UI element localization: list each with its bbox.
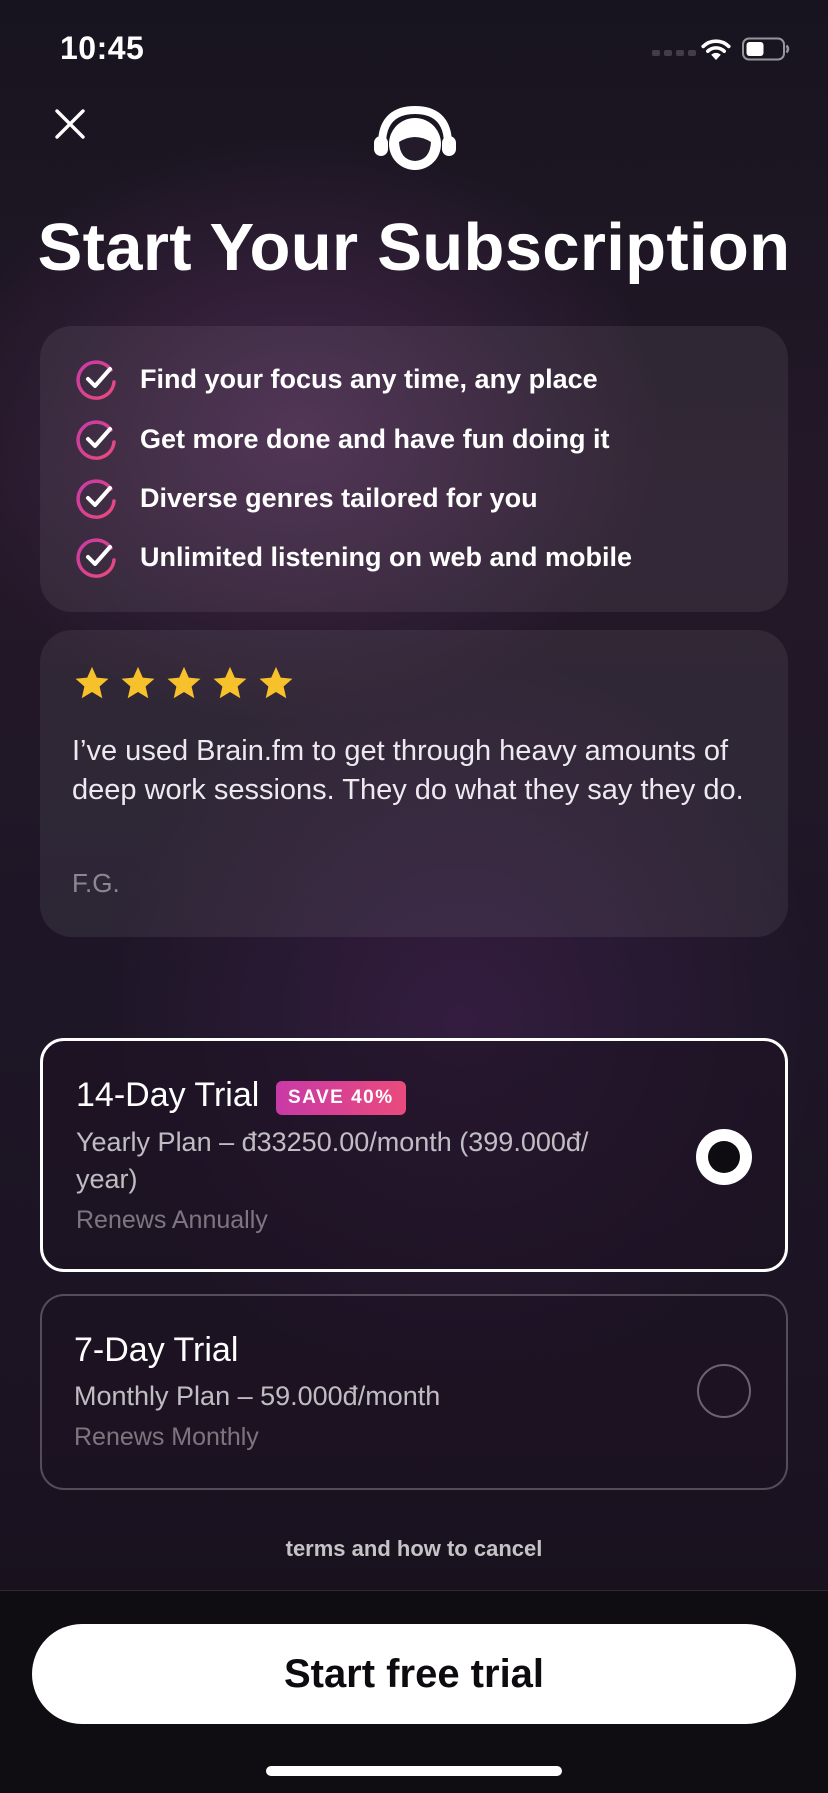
- star-icon: [167, 666, 201, 699]
- review-author: F.G.: [72, 868, 120, 898]
- close-icon[interactable]: [52, 106, 88, 142]
- status-time: 10:45: [60, 30, 145, 66]
- terms-link[interactable]: terms and how to cancel: [0, 1536, 828, 1562]
- start-free-trial-button[interactable]: Start free trial: [32, 1624, 796, 1724]
- battery-icon: [742, 37, 790, 61]
- check-circle-icon: [76, 420, 116, 460]
- feature-item: Diverse genres tailored for you: [74, 475, 538, 521]
- radio-unselected[interactable]: [697, 1364, 751, 1418]
- check-circle-icon: [76, 538, 116, 578]
- review-card: I’ve used Brain.fm to get through heavy …: [40, 630, 788, 937]
- radio-selected[interactable]: [696, 1129, 752, 1185]
- star-icon: [121, 666, 155, 699]
- plan-name: 7-Day Trial: [74, 1331, 239, 1369]
- wifi-icon: [701, 39, 731, 60]
- feature-item: Unlimited listening on web and mobile: [74, 534, 632, 580]
- feature-text: Diverse genres tailored for you: [140, 482, 538, 513]
- feature-text: Get more done and have fun doing it: [140, 423, 610, 454]
- star-icon: [213, 666, 247, 699]
- brainfm-logo-icon: [374, 105, 456, 170]
- features-card: Find your focus any time, any place Get …: [40, 326, 788, 612]
- check-circle-icon: [76, 360, 116, 400]
- feature-text: Find your focus any time, any place: [140, 363, 598, 394]
- feature-item: Get more done and have fun doing it: [74, 416, 610, 462]
- plan-name: 14-Day Trial: [76, 1076, 260, 1114]
- check-circle-icon: [76, 479, 116, 519]
- star-icon: [75, 666, 109, 699]
- page-title: Start Your Subscription: [37, 210, 791, 285]
- cellular-signal-icon: [652, 46, 696, 56]
- plan-renewal: Renews Monthly: [74, 1423, 259, 1451]
- star-icon: [259, 666, 293, 699]
- feature-item: Find your focus any time, any place: [74, 356, 598, 402]
- rating-stars: [73, 664, 295, 702]
- save-badge: SAVE 40%: [276, 1081, 406, 1115]
- review-text: I’ve used Brain.fm to get through heavy …: [72, 735, 744, 806]
- plan-renewal: Renews Annually: [76, 1206, 268, 1234]
- home-indicator: [266, 1766, 562, 1776]
- plan-description: Monthly Plan – 59.000đ/month: [74, 1381, 441, 1411]
- feature-text: Unlimited listening on web and mobile: [140, 541, 633, 572]
- plan-description-line1: Yearly Plan – đ33250.00/month (399.000đ/: [76, 1127, 589, 1157]
- plan-description-line2: year): [76, 1164, 138, 1194]
